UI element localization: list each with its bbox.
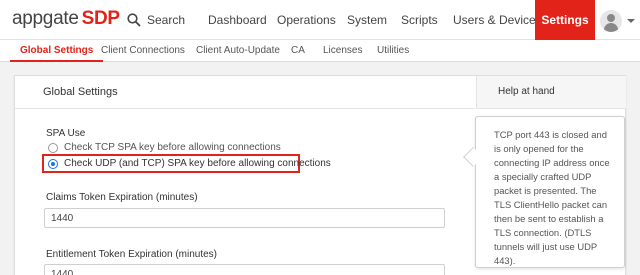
nav-scripts[interactable]: Scripts: [401, 0, 438, 40]
spa-option-tcp[interactable]: Check TCP SPA key before allowing connec…: [48, 142, 281, 153]
claims-token-input[interactable]: 1440: [44, 208, 445, 228]
spa-option-udp[interactable]: Check UDP (and TCP) SPA key before allow…: [48, 158, 331, 169]
subtab-global-settings[interactable]: Global Settings: [10, 40, 104, 62]
appgate-logo[interactable]: appgate SDP: [12, 8, 120, 30]
spa-use-label: SPA Use: [46, 128, 86, 139]
avatar-icon: [600, 10, 622, 32]
chevron-down-icon: [627, 19, 635, 23]
nav-users-devices[interactable]: Users & Devices: [453, 0, 542, 40]
nav-settings[interactable]: Settings: [535, 0, 595, 40]
claims-token-label: Claims Token Expiration (minutes): [46, 192, 198, 203]
entitlement-token-label: Entitlement Token Expiration (minutes): [46, 249, 218, 260]
logo-name: appgate: [12, 8, 79, 29]
radio-tcp[interactable]: [48, 142, 58, 153]
nav-dashboard[interactable]: Dashboard: [208, 0, 267, 40]
subtab-client-auto-update[interactable]: Client Auto-Update: [196, 40, 280, 62]
radio-udp-selected[interactable]: [48, 158, 58, 169]
panel-title: Global Settings: [43, 86, 118, 98]
help-header: Help at hand: [476, 76, 626, 109]
help-text: TCP port 443 is closed and is only opene…: [494, 129, 610, 266]
top-navbar: appgate SDP Search Dashboard Operations S…: [0, 0, 640, 40]
subtab-utilities[interactable]: Utilities: [377, 40, 409, 62]
nav-system[interactable]: System: [347, 0, 387, 40]
entitlement-token-input[interactable]: 1440: [44, 264, 445, 275]
panel-header: Global Settings: [15, 76, 475, 109]
help-title: Help at hand: [498, 86, 555, 97]
search-label: Search: [147, 13, 186, 27]
spa-option-udp-label: Check UDP (and TCP) SPA key before allow…: [64, 158, 331, 169]
nav-operations[interactable]: Operations: [277, 0, 336, 40]
search-button[interactable]: Search: [127, 11, 185, 29]
user-menu[interactable]: [600, 9, 640, 33]
subtab-client-connections[interactable]: Client Connections: [101, 40, 185, 62]
sub-navbar: Global Settings Client Connections Clien…: [0, 40, 640, 62]
logo-suffix: SDP: [81, 8, 120, 29]
subtab-ca[interactable]: CA: [291, 40, 305, 62]
spa-option-tcp-label: Check TCP SPA key before allowing connec…: [64, 142, 281, 153]
subtab-licenses[interactable]: Licenses: [323, 40, 362, 62]
search-icon: [127, 13, 141, 27]
